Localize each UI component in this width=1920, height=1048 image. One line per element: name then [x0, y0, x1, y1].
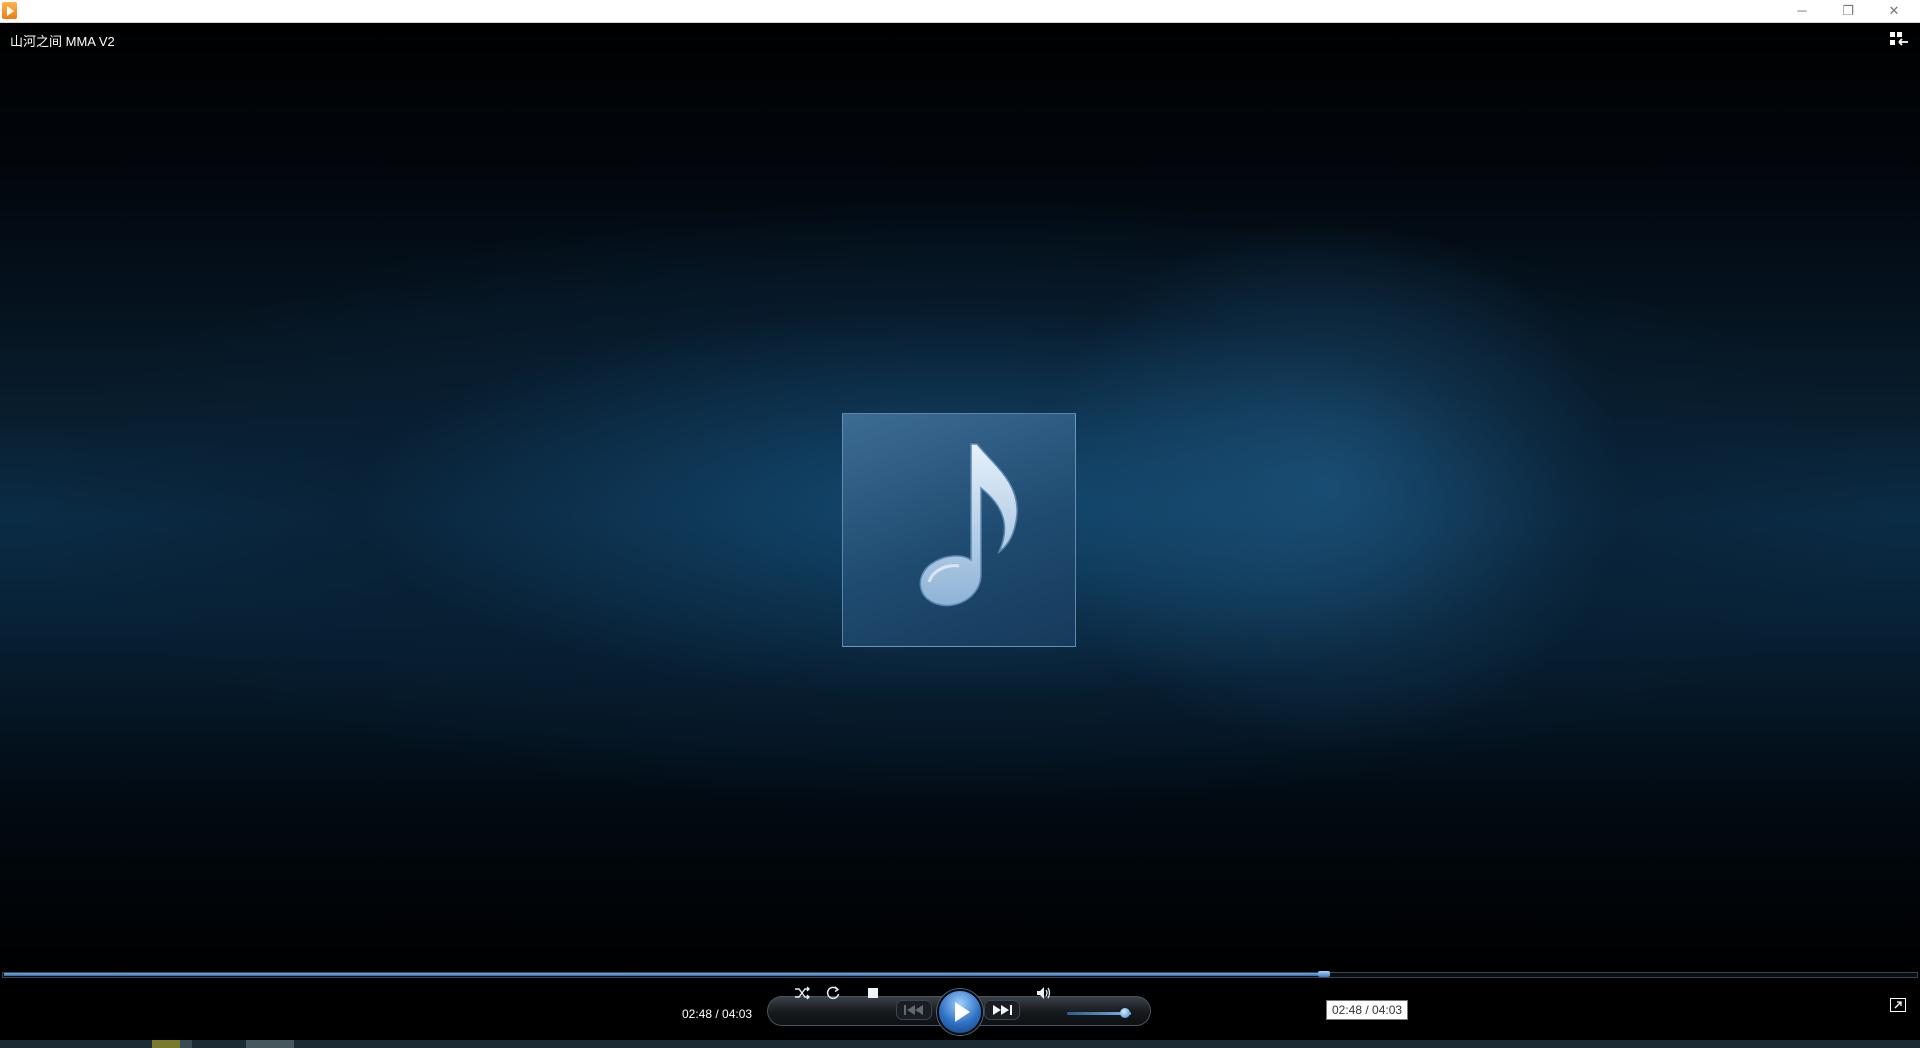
seek-tooltip: 02:48 / 04:03: [1326, 1000, 1409, 1020]
media-player-icon[interactable]: [2, 2, 17, 19]
transport-controls: 02:48 / 04:03 02:48 / 04:03: [0, 978, 1920, 1040]
taskbar-strip: [0, 1040, 1920, 1048]
speaker-icon[interactable]: [1033, 982, 1055, 1004]
seek-progress: [4, 973, 1324, 976]
minimize-button[interactable]: ─: [1780, 0, 1824, 22]
taskbar-app[interactable]: [246, 1040, 294, 1048]
taskbar-app[interactable]: [180, 1040, 192, 1048]
previous-icon[interactable]: [896, 1000, 932, 1020]
seek-bar[interactable]: [0, 970, 1920, 978]
stop-icon[interactable]: [862, 982, 884, 1004]
music-note-icon: [919, 443, 1018, 607]
media-player-window: ─ ❐ ✕ 山河之间 MMA V2 02:48 / 04:03 02:48 / …: [0, 0, 1920, 1048]
seek-thumb[interactable]: [1318, 971, 1330, 977]
close-button[interactable]: ✕: [1872, 0, 1916, 22]
repeat-icon[interactable]: [822, 982, 844, 1004]
shuffle-icon[interactable]: [791, 982, 813, 1004]
title-bar: ─ ❐ ✕: [0, 0, 1920, 23]
volume-thumb[interactable]: [1120, 1008, 1130, 1018]
play-icon[interactable]: [937, 989, 983, 1035]
next-icon[interactable]: [984, 1000, 1020, 1020]
fullscreen-icon[interactable]: [1890, 998, 1906, 1012]
track-title: 山河之间 MMA V2: [10, 34, 115, 49]
album-art: [842, 413, 1076, 647]
restore-button[interactable]: ❐: [1826, 0, 1870, 22]
now-playing-area: 山河之间 MMA V2: [0, 23, 1920, 973]
taskbar-app[interactable]: [152, 1040, 180, 1048]
time-display: 02:48 / 04:03: [682, 1007, 753, 1021]
switch-to-library-icon[interactable]: [1890, 31, 1908, 47]
